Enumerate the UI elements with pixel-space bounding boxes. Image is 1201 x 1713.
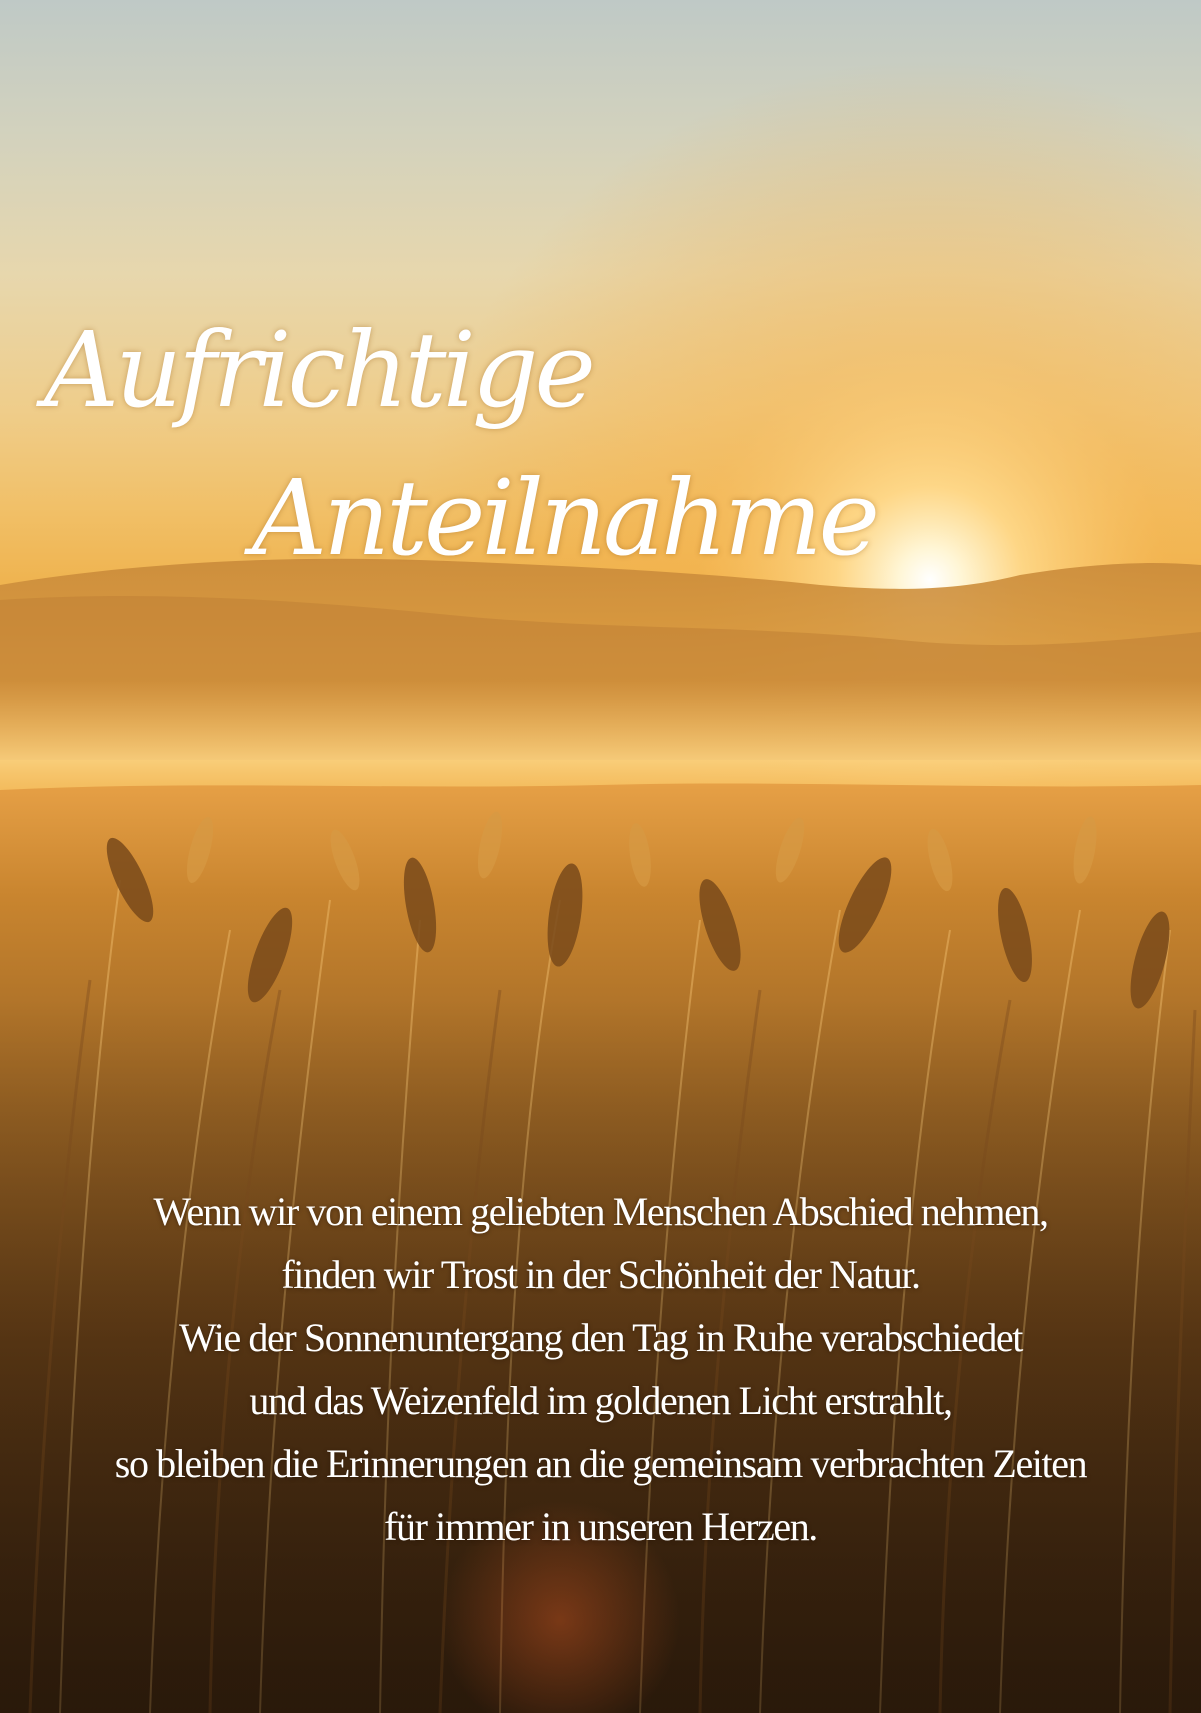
condolence-poem: Wenn wir von einem geliebten Menschen Ab… (0, 1180, 1201, 1558)
title-line-2: Anteilnahme (252, 457, 880, 579)
poem-line: für immer in unseren Herzen. (384, 1504, 818, 1549)
poem-line: so bleiben die Erinnerungen an die gemei… (114, 1441, 1088, 1486)
poem-line: Wenn wir von einem geliebten Menschen Ab… (153, 1189, 1049, 1234)
poem-line: und das Weizenfeld im goldenen Licht ers… (249, 1378, 953, 1423)
poem-line: finden wir Trost in der Schönheit der Na… (281, 1252, 921, 1297)
poem-line: Wie der Sonnenuntergang den Tag in Ruhe … (179, 1315, 1023, 1360)
title-line-1: Aufrichtige (44, 309, 596, 431)
condolence-card: Aufrichtige Anteilnahme Wenn wir von ein… (0, 0, 1201, 1713)
